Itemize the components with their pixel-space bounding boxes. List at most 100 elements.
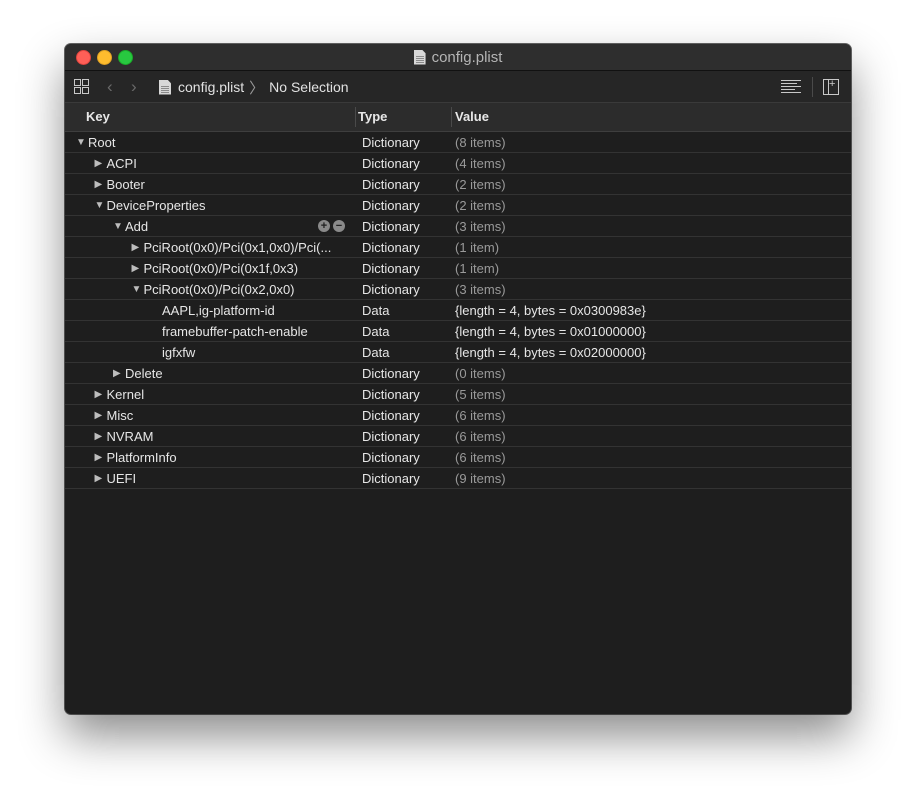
row-value[interactable]: {length = 4, bytes = 0x01000000} [455, 324, 646, 339]
row-type[interactable]: Dictionary [362, 261, 420, 276]
row-value[interactable]: (3 items) [455, 219, 506, 234]
row-key[interactable]: UEFI [107, 471, 137, 486]
row-value[interactable]: (4 items) [455, 156, 506, 171]
row-value[interactable]: {length = 4, bytes = 0x0300983e} [455, 303, 646, 318]
row-type[interactable]: Dictionary [362, 471, 420, 486]
row-type[interactable]: Dictionary [362, 177, 420, 192]
outline-row[interactable]: ▶ NVRAM Dictionary (6 items) [65, 426, 851, 447]
column-type[interactable]: Type [358, 109, 387, 124]
row-key[interactable]: igfxfw [162, 345, 195, 360]
disclosure-closed-icon[interactable]: ▶ [95, 179, 107, 190]
outline-row[interactable]: framebuffer-patch-enable Data {length = 4,… [65, 321, 851, 342]
row-value[interactable]: (1 item) [455, 240, 499, 255]
row-type[interactable]: Dictionary [362, 135, 420, 150]
row-key[interactable]: Delete [125, 366, 163, 381]
row-key-cell: ▶ Delete [113, 366, 163, 381]
row-key[interactable]: Kernel [107, 387, 145, 402]
row-type[interactable]: Dictionary [362, 156, 420, 171]
outline-row[interactable]: ▼ Root Dictionary (8 items) [65, 132, 851, 153]
outline-row[interactable]: ▶ UEFI Dictionary (9 items) [65, 468, 851, 489]
row-key[interactable]: Root [88, 135, 115, 150]
outline-row[interactable]: ▶ Booter Dictionary (2 items) [65, 174, 851, 195]
row-type[interactable]: Dictionary [362, 408, 420, 423]
inspector-icon[interactable] [823, 78, 839, 95]
outline-row[interactable]: ▼ DeviceProperties Dictionary (2 items) [65, 195, 851, 216]
row-value[interactable]: (2 items) [455, 177, 506, 192]
disclosure-closed-icon[interactable]: ▶ [95, 410, 107, 421]
disclosure-open-icon[interactable]: ▼ [113, 221, 125, 232]
row-type[interactable]: Dictionary [362, 240, 420, 255]
grid-icon[interactable] [74, 79, 89, 94]
row-key[interactable]: framebuffer-patch-enable [162, 324, 308, 339]
row-type[interactable]: Dictionary [362, 450, 420, 465]
column-value[interactable]: Value [455, 109, 489, 124]
row-value[interactable]: (3 items) [455, 282, 506, 297]
row-type[interactable]: Dictionary [362, 282, 420, 297]
disclosure-closed-icon[interactable]: ▶ [132, 242, 144, 253]
row-value[interactable]: (9 items) [455, 471, 506, 486]
disclosure-open-icon[interactable]: ▼ [132, 284, 144, 295]
outline-row[interactable]: ▶ PciRoot(0x0)/Pci(0x1f,0x3) Dictionary (1 … [65, 258, 851, 279]
row-key[interactable]: AAPL,ig-platform-id [162, 303, 275, 318]
row-type[interactable]: Data [362, 345, 389, 360]
disclosure-closed-icon[interactable]: ▶ [95, 389, 107, 400]
row-type[interactable]: Dictionary [362, 198, 420, 213]
outline-row[interactable]: ▶ PciRoot(0x0)/Pci(0x1,0x0)/Pci(... Dictio… [65, 237, 851, 258]
row-key-cell: ▶ Kernel [95, 387, 145, 402]
row-value[interactable]: (1 item) [455, 261, 499, 276]
row-value[interactable]: (5 items) [455, 387, 506, 402]
outline-row[interactable]: igfxfw Data {length = 4, bytes = 0x0200000… [65, 342, 851, 363]
row-key[interactable]: Misc [107, 408, 134, 423]
row-key[interactable]: PciRoot(0x0)/Pci(0x2,0x0) [144, 282, 295, 297]
row-key[interactable]: PciRoot(0x0)/Pci(0x1,0x0)/Pci(... [144, 240, 332, 255]
row-value[interactable]: (8 items) [455, 135, 506, 150]
row-key-cell: framebuffer-patch-enable [150, 324, 308, 339]
row-value[interactable]: (6 items) [455, 408, 506, 423]
row-value[interactable]: (0 items) [455, 366, 506, 381]
row-value[interactable]: (2 items) [455, 198, 506, 213]
row-type[interactable]: Dictionary [362, 219, 420, 234]
column-divider[interactable] [355, 107, 356, 127]
text-align-icon[interactable] [781, 80, 801, 94]
row-value[interactable]: (6 items) [455, 429, 506, 444]
outline-row[interactable]: ▶ Delete Dictionary (0 items) [65, 363, 851, 384]
outline-row[interactable]: ▼ PciRoot(0x0)/Pci(0x2,0x0) Dictionary (3 i… [65, 279, 851, 300]
row-type[interactable]: Data [362, 324, 389, 339]
row-value[interactable]: {length = 4, bytes = 0x02000000} [455, 345, 646, 360]
row-type[interactable]: Data [362, 303, 389, 318]
outline-row[interactable]: ▶ PlatformInfo Dictionary (6 items) [65, 447, 851, 468]
row-type[interactable]: Dictionary [362, 387, 420, 402]
outline-row[interactable]: AAPL,ig-platform-id Data {length = 4, byte… [65, 300, 851, 321]
back-icon[interactable]: ‹ [107, 77, 113, 97]
row-type[interactable]: Dictionary [362, 429, 420, 444]
row-key-cell: ▼ Add [113, 219, 148, 234]
column-key[interactable]: Key [86, 109, 110, 124]
remove-item-icon[interactable]: − [333, 220, 345, 232]
outline-row[interactable]: ▶ Kernel Dictionary (5 items) [65, 384, 851, 405]
outline-row[interactable]: ▶ Misc Dictionary (6 items) [65, 405, 851, 426]
disclosure-closed-icon[interactable]: ▶ [95, 452, 107, 463]
row-key[interactable]: PlatformInfo [107, 450, 177, 465]
row-key[interactable]: DeviceProperties [107, 198, 206, 213]
disclosure-closed-icon[interactable]: ▶ [113, 368, 125, 379]
disclosure-open-icon[interactable]: ▼ [76, 137, 88, 148]
disclosure-closed-icon[interactable]: ▶ [95, 473, 107, 484]
disclosure-closed-icon[interactable]: ▶ [132, 263, 144, 274]
row-key[interactable]: ACPI [107, 156, 137, 171]
row-key[interactable]: NVRAM [107, 429, 154, 444]
outline-row[interactable]: ▼ Add + − Dictionary (3 items) [65, 216, 851, 237]
row-key[interactable]: Booter [107, 177, 145, 192]
outline-row[interactable]: ▶ ACPI Dictionary (4 items) [65, 153, 851, 174]
row-key[interactable]: Add [125, 219, 148, 234]
column-divider[interactable] [451, 107, 452, 127]
breadcrumb-selection[interactable]: No Selection [269, 79, 348, 95]
disclosure-closed-icon[interactable]: ▶ [95, 431, 107, 442]
disclosure-closed-icon[interactable]: ▶ [95, 158, 107, 169]
row-type[interactable]: Dictionary [362, 366, 420, 381]
row-value[interactable]: (6 items) [455, 450, 506, 465]
add-item-icon[interactable]: + [318, 220, 330, 232]
breadcrumb-file[interactable]: config.plist [178, 79, 244, 95]
disclosure-open-icon[interactable]: ▼ [95, 200, 107, 211]
forward-icon[interactable]: › [131, 77, 137, 97]
row-key[interactable]: PciRoot(0x0)/Pci(0x1f,0x3) [144, 261, 299, 276]
